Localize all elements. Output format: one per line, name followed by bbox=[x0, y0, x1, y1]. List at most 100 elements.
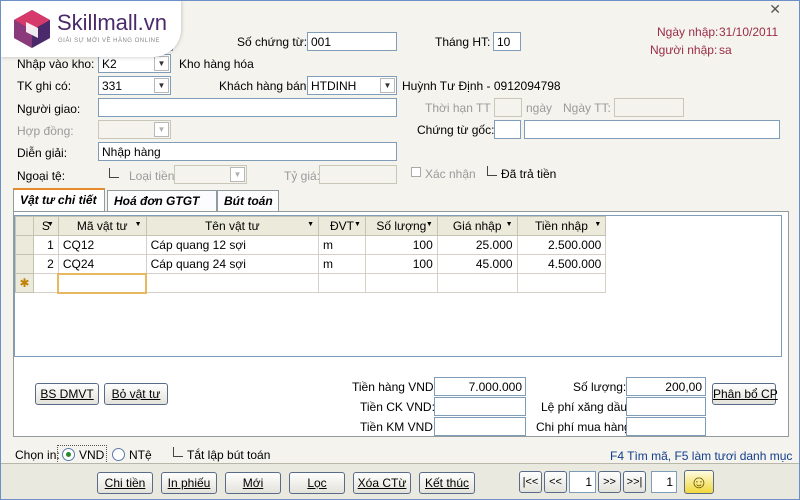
bo-vat-tu-button[interactable]: Bỏ vật tư bbox=[104, 383, 168, 405]
ty-gia-input[interactable] bbox=[319, 165, 397, 184]
close-icon[interactable]: ✕ bbox=[769, 2, 781, 18]
col-header-dvt[interactable]: ĐVT ▼ bbox=[318, 216, 366, 236]
tat-lap-but-toan-label: Tắt lập bút toán bbox=[187, 448, 271, 462]
smiley-icon[interactable]: ☺ bbox=[684, 470, 714, 494]
cell-stt[interactable]: 1 bbox=[32, 235, 59, 255]
nav-next-button[interactable]: >> bbox=[598, 471, 621, 493]
cell-gia-nhap[interactable]: 25.000 bbox=[436, 235, 518, 255]
ngay-tt-input[interactable] bbox=[614, 98, 684, 117]
tien-hang-input[interactable]: 7.000.000 bbox=[434, 377, 526, 396]
cell-so-luong[interactable]: 100 bbox=[364, 235, 438, 255]
sort-arrow-icon: ▼ bbox=[307, 221, 315, 228]
col-header-ma-vat-tu[interactable]: Mã vật tư ▼ bbox=[57, 216, 147, 236]
vat-tu-grid[interactable]: S ▼ Mã vật tư ▼ Tên vật tư ▼ ĐVT ▼ Số lượng ▼… bbox=[14, 215, 782, 357]
vnd-radio[interactable] bbox=[62, 448, 75, 461]
col-header-so-luong[interactable]: Số lượng ▼ bbox=[364, 216, 438, 236]
row-selector[interactable] bbox=[15, 254, 34, 274]
table-row[interactable]: 2 CQ24 Cáp quang 24 sợi m 100 45.000 4.5… bbox=[15, 254, 781, 274]
cell-gia-nhap[interactable] bbox=[436, 273, 518, 293]
phan-bo-cp-button[interactable]: Phân bổ CP bbox=[712, 383, 778, 405]
chung-tu-goc-count-input[interactable] bbox=[494, 120, 521, 139]
loc-button[interactable]: Lọc bbox=[289, 472, 345, 494]
cell-ten-vat-tu[interactable]: Cáp quang 24 sợi bbox=[145, 254, 320, 274]
nte-radio[interactable] bbox=[112, 448, 125, 461]
hop-dong-select[interactable]: ▼ bbox=[98, 120, 171, 139]
nguoi-giao-label: Người giao: bbox=[17, 102, 81, 116]
tien-km-input[interactable] bbox=[434, 417, 526, 436]
chevron-down-icon[interactable]: ▼ bbox=[154, 78, 169, 93]
nte-label: NTệ bbox=[129, 448, 152, 462]
cell-ma-vat-tu[interactable]: CQ12 bbox=[57, 235, 147, 255]
cell-dvt[interactable]: m bbox=[318, 254, 366, 274]
cell-ma-vat-tu[interactable]: CQ24 bbox=[57, 254, 147, 274]
tab-vat-tu-chi-tiet[interactable]: Vật tư chi tiết bbox=[13, 188, 105, 212]
chon-in-label: Chọn in: bbox=[15, 448, 60, 462]
le-phi-label: Lệ phí xăng dầu: bbox=[541, 400, 631, 414]
ket-thuc-button[interactable]: Kết thúc bbox=[419, 472, 475, 494]
nav-prev-button[interactable]: << bbox=[544, 471, 567, 493]
thang-ht-input[interactable]: 10 bbox=[493, 32, 521, 51]
col-header-ten-vat-tu[interactable]: Tên vật tư ▼ bbox=[145, 216, 320, 236]
so-luong-input[interactable]: 200,00 bbox=[626, 377, 706, 396]
chi-phi-label: Chi phí mua hàng: bbox=[536, 420, 635, 434]
cell-tien-nhap[interactable] bbox=[516, 273, 607, 293]
col-header-gia-nhap[interactable]: Giá nhập ▼ bbox=[436, 216, 518, 236]
xoa-ctu-button[interactable]: Xóa CTừ bbox=[353, 472, 411, 494]
vnd-label: VND bbox=[79, 448, 105, 462]
chevron-down-icon[interactable]: ▼ bbox=[154, 122, 169, 137]
chi-tien-button[interactable]: Chi tiền bbox=[97, 472, 153, 494]
table-row[interactable]: 1 CQ12 Cáp quang 12 sợi m 100 25.000 2.5… bbox=[15, 235, 781, 255]
bs-dmvt-button[interactable]: BS DMVT bbox=[35, 383, 99, 405]
da-tra-tien-checkbox[interactable] bbox=[487, 166, 497, 176]
dien-giai-input[interactable]: Nhập hàng bbox=[98, 142, 397, 161]
loai-tien-select[interactable]: ▼ bbox=[174, 165, 247, 184]
moi-button[interactable]: Mới bbox=[225, 472, 281, 494]
page-current-input[interactable]: 1 bbox=[569, 471, 596, 493]
cell-dvt[interactable]: m bbox=[318, 235, 366, 255]
chevron-down-icon[interactable]: ▼ bbox=[230, 167, 245, 182]
skillmall-logo: Skillmall.vn GIẢI SỰ MỚI VỀ HÀNG ONLINE bbox=[1, 1, 181, 57]
le-phi-input[interactable] bbox=[626, 397, 706, 416]
ngay-nhap-value: 31/10/2011 bbox=[719, 25, 779, 39]
cell-stt[interactable]: 2 bbox=[32, 254, 59, 274]
tk-ghi-co-select[interactable]: 331 ▼ bbox=[98, 76, 171, 95]
cell-dvt[interactable] bbox=[318, 273, 366, 293]
vnd-radio-group[interactable]: VND bbox=[57, 445, 107, 464]
cell-ten-vat-tu[interactable]: Cáp quang 12 sợi bbox=[145, 235, 320, 255]
cell-tien-nhap[interactable]: 4.500.000 bbox=[516, 254, 607, 274]
ngoai-te-checkbox[interactable] bbox=[109, 168, 119, 178]
chung-tu-goc-input[interactable] bbox=[524, 120, 780, 139]
chevron-down-icon[interactable]: ▼ bbox=[154, 56, 169, 71]
chi-phi-input[interactable] bbox=[626, 417, 706, 436]
khach-hang-ban-select[interactable]: HTDINH ▼ bbox=[307, 76, 397, 95]
phieu-nhap-window: ✕ 1 Số chứng từ: 001 Tháng HT: 10 Ngày n… bbox=[0, 0, 800, 500]
col-header-tien-nhap[interactable]: Tiền nhập ▼ bbox=[516, 216, 607, 236]
cell-stt[interactable] bbox=[32, 273, 59, 293]
cell-ma-vat-tu-active[interactable] bbox=[57, 272, 148, 294]
shortcut-hint: F4 Tìm mã, F5 làm tươi danh mục bbox=[610, 449, 793, 463]
chevron-down-icon[interactable]: ▼ bbox=[380, 78, 395, 93]
nav-last-button[interactable]: >>| bbox=[623, 471, 646, 493]
cell-so-luong[interactable] bbox=[364, 273, 438, 293]
cell-tien-nhap[interactable]: 2.500.000 bbox=[516, 235, 607, 255]
tat-lap-but-toan-checkbox[interactable] bbox=[173, 447, 183, 457]
so-luong-label: Số lượng: bbox=[573, 380, 627, 394]
in-phieu-button[interactable]: In phiếu bbox=[161, 472, 217, 494]
cell-ten-vat-tu[interactable] bbox=[145, 273, 320, 293]
tab-hoa-don-gtgt[interactable]: Hoá đơn GTGT bbox=[107, 190, 217, 212]
tab-but-toan[interactable]: Bút toán bbox=[217, 190, 279, 212]
cell-gia-nhap[interactable]: 45.000 bbox=[436, 254, 518, 274]
so-chung-tu-input[interactable]: 001 bbox=[307, 32, 397, 51]
nav-first-button[interactable]: |<< bbox=[519, 471, 542, 493]
nguoi-giao-input[interactable] bbox=[98, 98, 397, 117]
cell-so-luong[interactable]: 100 bbox=[364, 254, 438, 274]
ngoai-te-label: Ngoại tệ: bbox=[17, 169, 66, 183]
tien-ck-input[interactable] bbox=[434, 397, 526, 416]
col-header-stt[interactable]: S ▼ bbox=[32, 216, 59, 236]
xac-nhan-checkbox[interactable] bbox=[411, 167, 421, 177]
thoi-han-tt-input[interactable] bbox=[494, 98, 522, 117]
row-selector[interactable] bbox=[15, 235, 34, 255]
dien-giai-label: Diễn giải: bbox=[17, 146, 68, 160]
new-row[interactable]: ✱ bbox=[15, 272, 781, 294]
loai-tien-label: Loại tiền: bbox=[129, 169, 178, 183]
